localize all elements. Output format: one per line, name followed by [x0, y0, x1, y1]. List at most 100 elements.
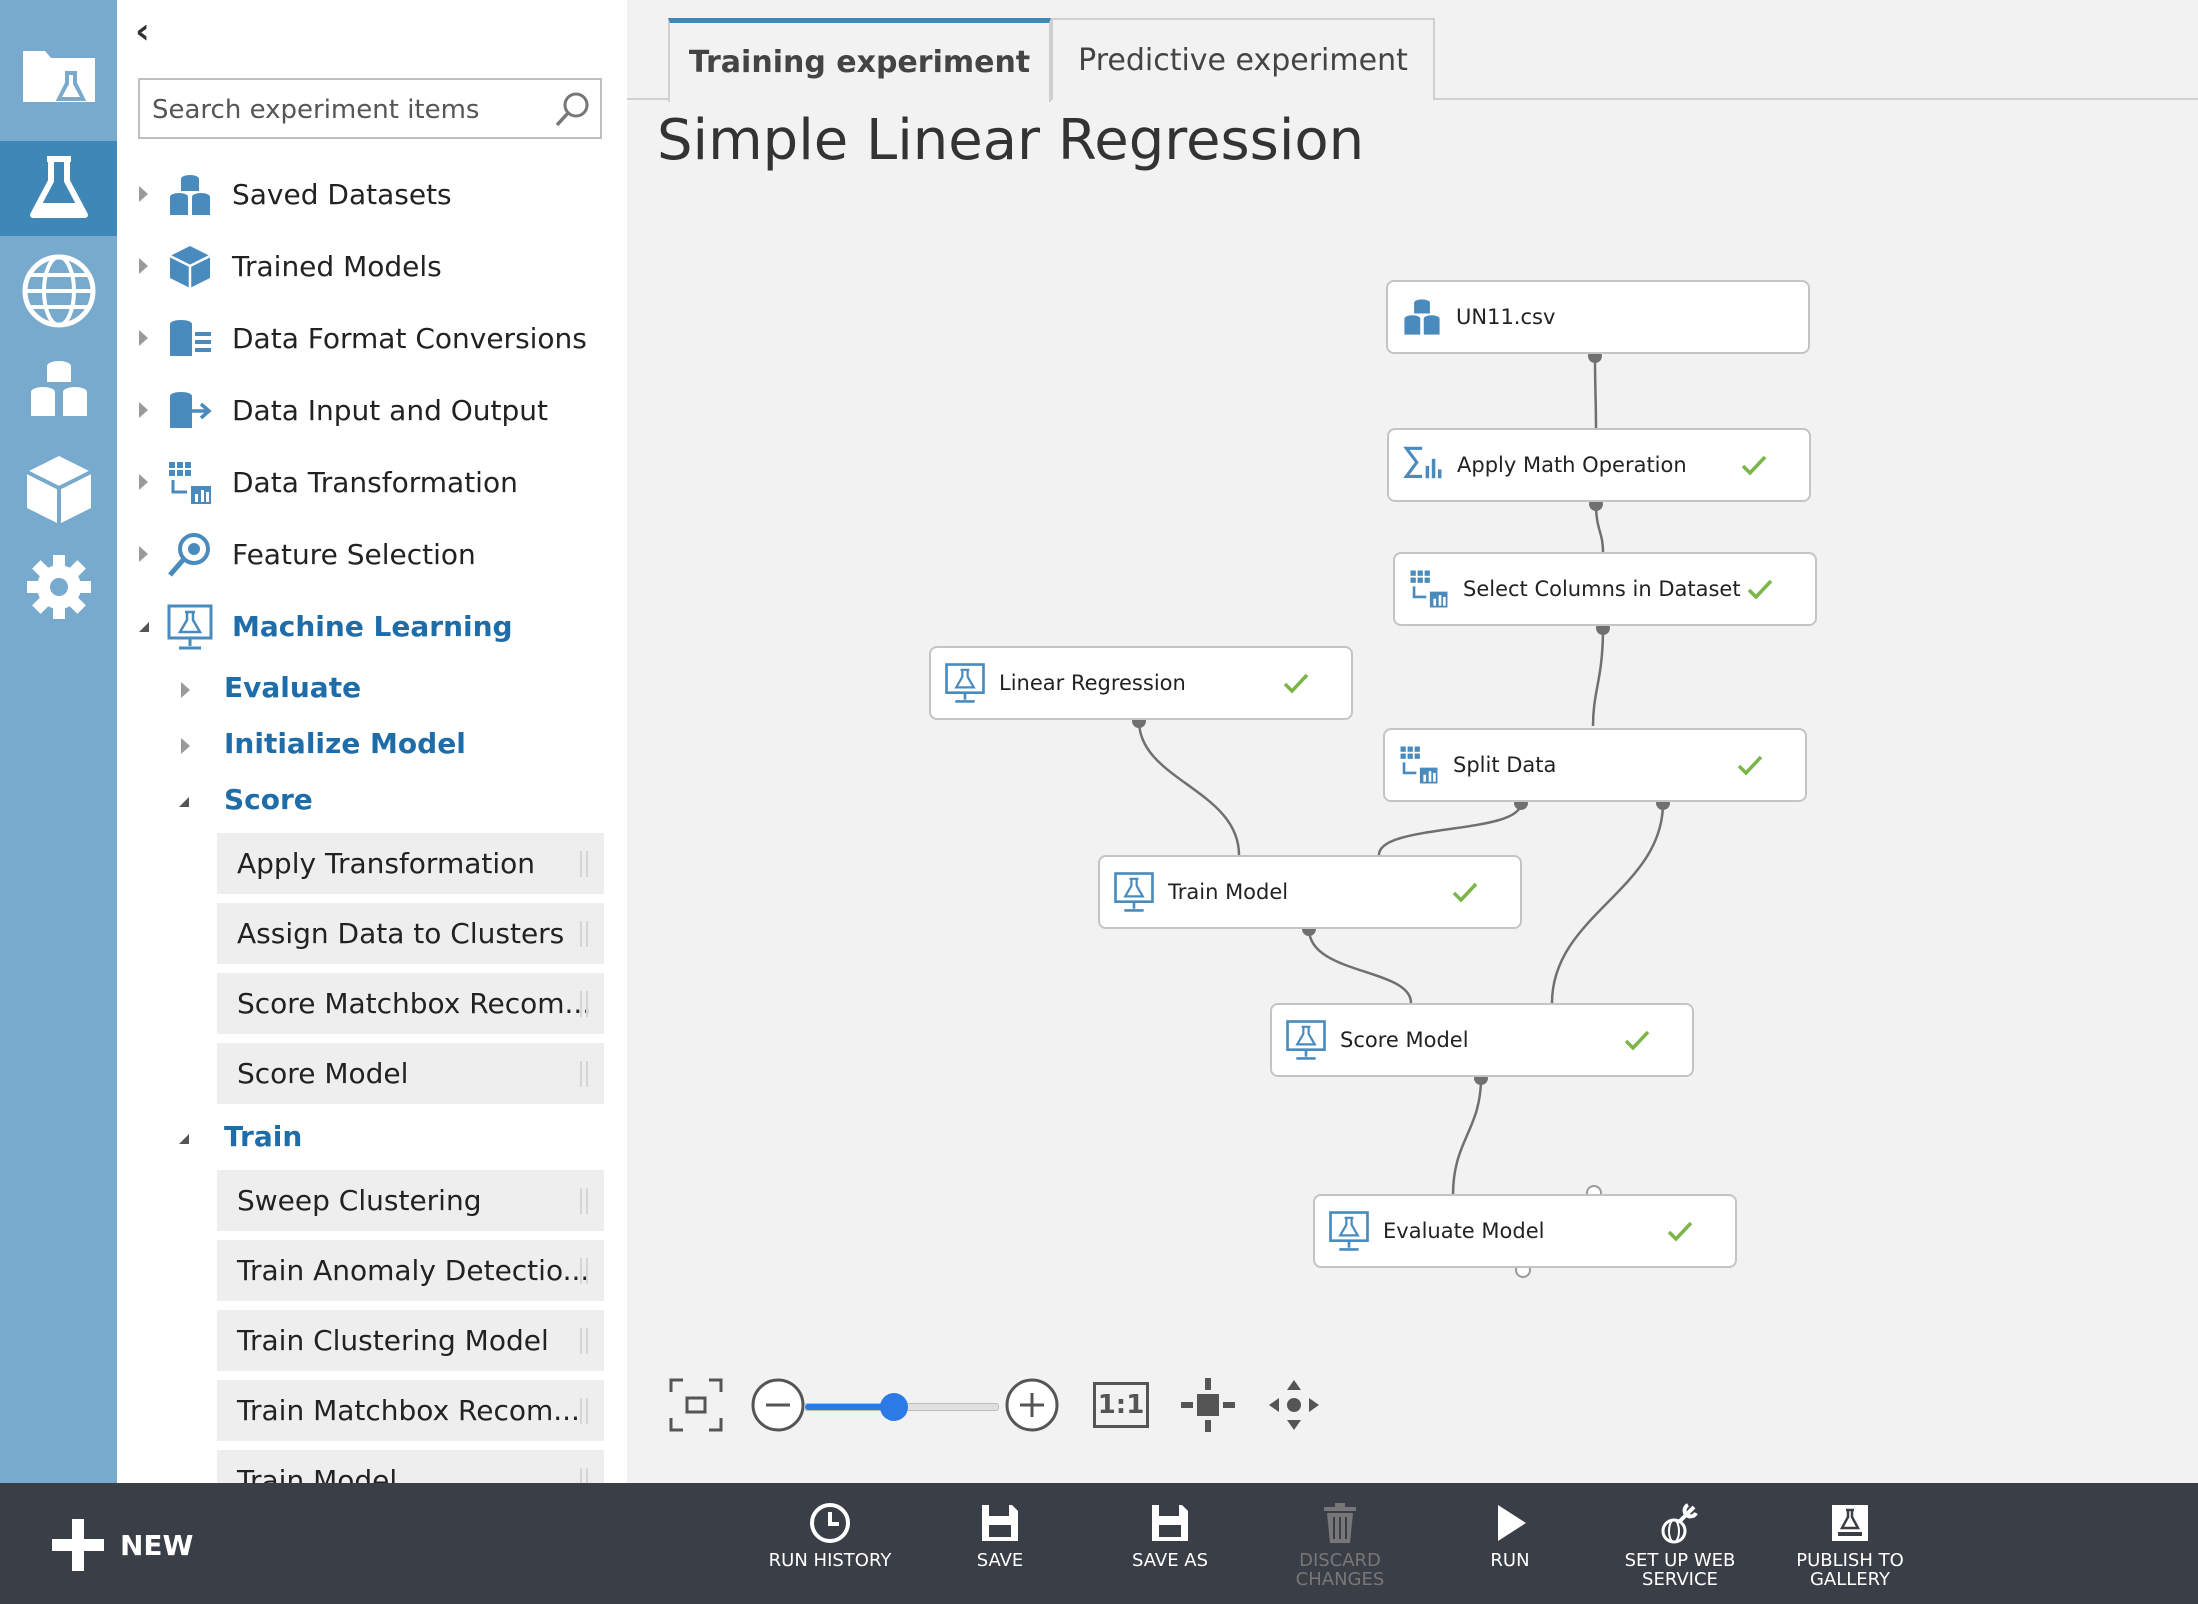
check-icon [1452, 882, 1478, 903]
category-label: Saved Datasets [232, 177, 452, 211]
category-data-format-conversions[interactable]: Data Format Conversions [117, 308, 627, 368]
category-saved-datasets[interactable]: Saved Datasets [117, 164, 627, 224]
collapse-palette-button[interactable]: ‹ [135, 12, 150, 52]
module-item-assign-data-to-clusters[interactable]: Assign Data to Clusters [217, 903, 604, 964]
drag-grip-icon[interactable] [580, 1188, 588, 1214]
collapse-arrow-icon [179, 1134, 189, 1144]
module-item-train-model[interactable]: Train Model [217, 1450, 604, 1483]
new-button[interactable]: NEW [52, 1517, 193, 1573]
wire-train-score [1307, 928, 1413, 1004]
expand-arrow-icon [139, 330, 148, 346]
zoom-slider[interactable] [804, 1393, 999, 1421]
category-feature-selection[interactable]: Feature Selection [117, 524, 627, 584]
subcategory-initialize-model[interactable]: Initialize Model [117, 721, 627, 771]
rail-trained-models[interactable] [0, 442, 117, 537]
feature-selection-icon [168, 533, 210, 577]
command-label: PUBLISH TO GALLERY [1796, 1550, 1904, 1590]
search-icon[interactable] [552, 90, 592, 130]
node-linear-regression[interactable]: Linear Regression [929, 646, 1353, 720]
subcategory-label: Train [224, 1120, 303, 1153]
check-icon [1747, 579, 1773, 600]
rail-datasets[interactable] [0, 340, 117, 435]
category-trained-models[interactable]: Trained Models [117, 236, 627, 296]
subcategory-label: Evaluate [224, 671, 362, 704]
save-button[interactable]: SAVE [915, 1501, 1085, 1570]
node-apply-math-operation[interactable]: Apply Math Operation [1387, 428, 1811, 502]
rail-projects[interactable] [0, 27, 117, 122]
drag-grip-icon[interactable] [580, 1398, 588, 1424]
node-score-model[interactable]: Score Model [1270, 1003, 1694, 1077]
category-label: Machine Learning [232, 609, 513, 643]
projects-folder-icon [22, 50, 95, 102]
tab-bar: Training experiment Predictive experimen… [627, 0, 2198, 102]
check-icon [1737, 755, 1763, 776]
category-data-transformation[interactable]: Data Transformation [117, 452, 627, 512]
command-label: RUN [1490, 1550, 1530, 1571]
category-machine-learning[interactable]: Machine Learning [117, 596, 627, 656]
machine-learning-icon [945, 663, 985, 703]
save-as-button[interactable]: SAVE AS [1085, 1501, 1255, 1570]
rail-web-services[interactable] [0, 243, 117, 338]
module-item-train-clustering-model[interactable]: Train Clustering Model [217, 1310, 604, 1371]
set-up-web-service-button[interactable]: SET UP WEB SERVICE [1595, 1501, 1765, 1589]
drag-grip-icon[interactable] [580, 1258, 588, 1284]
drag-grip-icon[interactable] [580, 921, 588, 947]
node-train-model[interactable]: Train Model [1098, 855, 1522, 929]
node-un11-csv[interactable]: UN11.csv [1386, 280, 1810, 354]
left-nav-rail [0, 0, 117, 1483]
transformation-icon [1400, 746, 1438, 784]
drag-grip-icon[interactable] [580, 1328, 588, 1354]
tab-predictive-experiment[interactable]: Predictive experiment [1051, 18, 1435, 100]
search-input[interactable] [150, 80, 544, 139]
publish-to-gallery-button[interactable]: PUBLISH TO GALLERY [1765, 1501, 1935, 1589]
module-item-label: Train Clustering Model [237, 1324, 549, 1357]
module-item-apply-transformation[interactable]: Apply Transformation [217, 833, 604, 894]
dataset-icon [1404, 299, 1440, 335]
category-label: Data Transformation [232, 465, 518, 499]
zoom-in-icon[interactable] [1003, 1376, 1061, 1434]
actual-size-button[interactable]: 1:1 [1093, 1382, 1149, 1428]
category-label: Feature Selection [232, 537, 476, 571]
rail-experiments[interactable] [0, 141, 117, 236]
module-item-score-model[interactable]: Score Model [217, 1043, 604, 1104]
module-item-train-matchbox[interactable]: Train Matchbox Recom... [217, 1380, 604, 1441]
dataset-icon [30, 360, 87, 416]
check-icon [1741, 455, 1767, 476]
command-label: DISCARD CHANGES [1295, 1550, 1385, 1590]
module-item-score-matchbox[interactable]: Score Matchbox Recom... [217, 973, 604, 1034]
fit-selection-icon[interactable] [1179, 1376, 1237, 1434]
experiment-title[interactable]: Simple Linear Regression [657, 108, 1364, 173]
discard-changes-button[interactable]: DISCARD CHANGES [1255, 1501, 1425, 1589]
module-item-train-anomaly-detection[interactable]: Train Anomaly Detectio... [217, 1240, 604, 1301]
fit-to-screen-icon[interactable] [667, 1376, 725, 1434]
tab-training-experiment[interactable]: Training experiment [668, 18, 1051, 102]
node-select-columns[interactable]: Select Columns in Dataset [1393, 552, 1817, 626]
node-evaluate-model[interactable]: Evaluate Model [1313, 1194, 1737, 1268]
drag-grip-icon[interactable] [580, 851, 588, 877]
expand-arrow-icon [181, 738, 190, 754]
zoom-slider-handle[interactable] [879, 1393, 908, 1421]
wire-un11-math [1593, 355, 1598, 429]
format-conversion-icon [170, 320, 211, 356]
run-button[interactable]: RUN [1425, 1501, 1595, 1570]
drag-grip-icon[interactable] [580, 1061, 588, 1087]
subcategory-train[interactable]: Train [117, 1114, 627, 1164]
node-split-data[interactable]: Split Data [1383, 728, 1807, 802]
check-icon [1283, 673, 1309, 694]
drag-grip-icon[interactable] [580, 1468, 588, 1483]
subcategory-evaluate[interactable]: Evaluate [117, 665, 627, 715]
pan-icon[interactable] [1265, 1376, 1323, 1434]
wire-linreg-train [1137, 720, 1241, 856]
node-label: Train Model [1168, 880, 1289, 904]
rail-settings[interactable] [0, 539, 117, 634]
machine-learning-icon [1329, 1211, 1369, 1251]
subcategory-score[interactable]: Score [117, 777, 627, 827]
node-label: Split Data [1453, 753, 1557, 777]
experiment-canvas[interactable]: Training experiment Predictive experimen… [627, 0, 2198, 1483]
category-data-input-output[interactable]: Data Input and Output [117, 380, 627, 440]
zoom-out-icon[interactable] [749, 1376, 807, 1434]
new-button-label: NEW [120, 1528, 194, 1562]
run-history-button[interactable]: RUN HISTORY [745, 1501, 915, 1570]
drag-grip-icon[interactable] [580, 991, 588, 1017]
module-item-sweep-clustering[interactable]: Sweep Clustering [217, 1170, 604, 1231]
